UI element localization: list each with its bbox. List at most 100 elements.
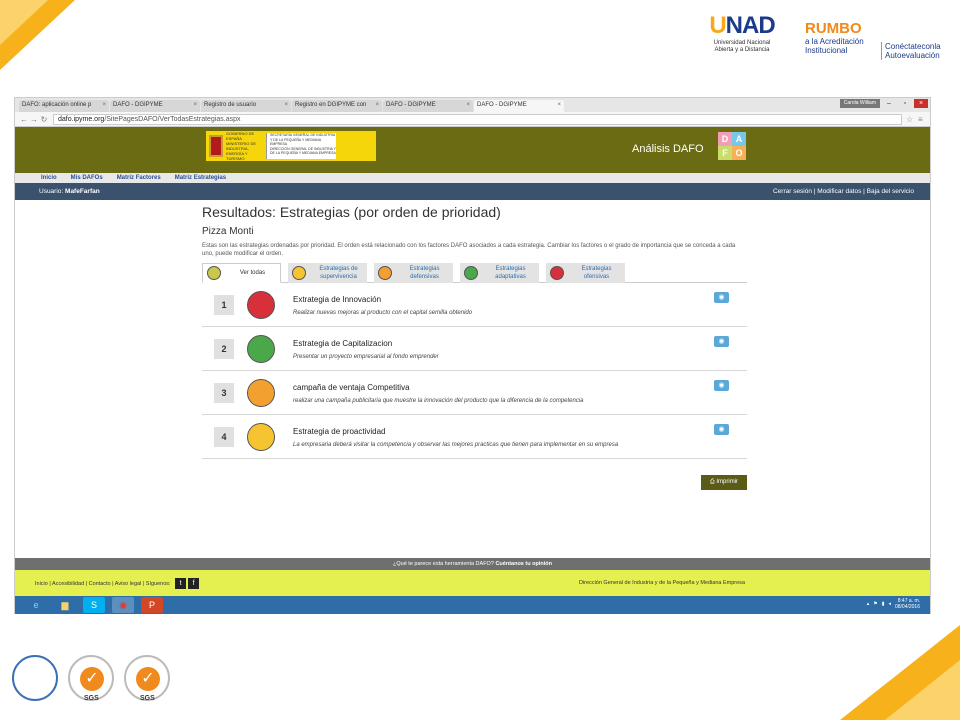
- browser-tab[interactable]: DAFO: aplicación online p ×: [19, 100, 109, 112]
- strategy-title: Estrategia de Capitalizacion: [293, 339, 393, 348]
- strategy-row: 4 Estrategia de proactividad La empresar…: [202, 415, 747, 459]
- view-eye-icon[interactable]: ◉: [714, 380, 729, 391]
- slide-corner-decoration-inner: [885, 660, 960, 720]
- chrome-icon[interactable]: ◉: [112, 597, 134, 613]
- close-window-icon[interactable]: ×: [914, 99, 928, 108]
- reload-icon[interactable]: ↻: [39, 115, 49, 124]
- defensive-icon: [378, 266, 392, 280]
- strategy-title: Extrategia de Innovación: [293, 295, 382, 304]
- company-name: Pizza Monti: [202, 226, 254, 237]
- sgs-certification-logo: ✓ SGS: [68, 655, 114, 702]
- print-button[interactable]: ⎙ Imprimir: [701, 475, 747, 490]
- unad-logo-line2: Abierta y a Distancia: [714, 47, 770, 53]
- windows-taskbar: e ▆ S ◉ P ▴ ⚑ ▮ ◂ 8:47 a. m. 08/04/2016: [15, 596, 930, 614]
- browser-window: DAFO: aplicación online p × DAFO - DGIPYM…: [14, 97, 931, 614]
- priority-number: 3: [214, 383, 234, 403]
- flag-icon[interactable]: ⚑: [873, 601, 877, 607]
- minimize-icon[interactable]: –: [882, 99, 896, 108]
- view-eye-icon[interactable]: ◉: [714, 292, 729, 303]
- user-name: MafeFarfan: [65, 188, 100, 195]
- close-icon[interactable]: ×: [193, 102, 197, 108]
- strategy-title: campaña de ventaja Competitiva: [293, 383, 410, 392]
- footer-links[interactable]: Inicio | Accesibilidad | Contacto | Avis…: [35, 580, 171, 586]
- back-arrow-icon[interactable]: ←: [19, 115, 29, 124]
- powerpoint-icon[interactable]: P: [141, 597, 163, 613]
- facebook-icon[interactable]: f: [188, 577, 200, 589]
- skype-icon[interactable]: S: [83, 597, 105, 613]
- strategy-subtitle: realizar una campaña publicitaria que mu…: [293, 398, 584, 404]
- strategy-row: 2 Estrategia de Capitalizacion Presentar…: [202, 327, 747, 371]
- tray-arrow-icon[interactable]: ▴: [867, 601, 870, 607]
- tab-ofensivas[interactable]: Estrategias ofensivas: [546, 263, 625, 283]
- offensive-strategy-icon: [247, 291, 275, 319]
- volume-icon[interactable]: ◂: [888, 601, 891, 607]
- strategy-row: 1 Extrategia de Innovación Realizar nuev…: [202, 283, 747, 327]
- browser-tab[interactable]: Registro de usuario ×: [201, 100, 291, 112]
- system-tray: ▴ ⚑ ▮ ◂ 8:47 a. m. 08/04/2016: [867, 598, 920, 610]
- tab-defensivas[interactable]: Estrategias defensivas: [374, 263, 453, 283]
- strategy-row: 3 campaña de ventaja Competitiva realiza…: [202, 371, 747, 415]
- close-icon[interactable]: ×: [557, 102, 561, 108]
- feedback-bar: ¿Qué te parece esta herramienta DAFO? Cu…: [15, 558, 930, 570]
- tab-adaptativas[interactable]: Estrategias adaptativas: [460, 263, 539, 283]
- certification-logos: ✓ SGS ✓ SGS: [12, 655, 170, 702]
- all-strategies-icon: [207, 266, 221, 280]
- clock[interactable]: 8:47 a. m. 08/04/2016: [895, 598, 920, 610]
- rumbo-logo: RUMBO a la Acreditación Institucional Co…: [805, 20, 941, 60]
- unad-logo: UNAD Universidad Nacional Abierta y a Di…: [702, 12, 782, 67]
- internet-explorer-icon[interactable]: e: [25, 597, 47, 613]
- strategy-subtitle: Realizar nuevas mejoras al producto con …: [293, 310, 473, 316]
- menu-icon[interactable]: ≡: [918, 115, 930, 124]
- strategy-subtitle: Presentar un proyecto empresarial al fon…: [293, 354, 439, 360]
- close-icon[interactable]: ×: [102, 102, 106, 108]
- feedback-link[interactable]: Cuéntanos tu opinión: [495, 561, 552, 567]
- sgs-certification-logo: ✓ SGS: [124, 655, 170, 702]
- menu-item-inicio[interactable]: Inicio: [41, 175, 57, 181]
- adaptive-strategy-icon: [247, 335, 275, 363]
- browser-tab-active[interactable]: DAFO - DGIPYME ×: [474, 100, 564, 112]
- file-explorer-icon[interactable]: ▆: [54, 597, 76, 613]
- strategy-filter-tabs: Ver todas Estrategias de supervivencia E…: [202, 263, 747, 283]
- page-title: Resultados: Estrategias (por orden de pr…: [202, 204, 501, 220]
- check-icon: ✓: [80, 667, 104, 691]
- footer-org: Dirección General de Industria y de la P…: [578, 580, 745, 586]
- strategy-subtitle: La empresaria deberá visitar la competen…: [293, 442, 619, 448]
- window-controls: Carola William – ▫ ×: [839, 99, 928, 108]
- view-eye-icon[interactable]: ◉: [714, 336, 729, 347]
- twitter-icon[interactable]: t: [175, 577, 187, 589]
- menu-item-matriz-factores[interactable]: Matriz Factores: [117, 175, 161, 181]
- address-bar: ← → ↻ dafo.ipyme.org/SitePagesDAFO/VerTo…: [15, 112, 930, 127]
- close-icon[interactable]: ×: [466, 102, 470, 108]
- network-icon[interactable]: ▮: [882, 601, 885, 607]
- browser-tab[interactable]: DAFO - DGIPYME ×: [383, 100, 473, 112]
- browser-tab-bar: DAFO: aplicación online p × DAFO - DGIPYM…: [15, 98, 930, 112]
- browser-tab[interactable]: Registro en DGIPYME con ×: [292, 100, 382, 112]
- url-input[interactable]: dafo.ipyme.org/SitePagesDAFO/VerTodasEst…: [53, 113, 902, 125]
- page-description: Estas son las estrategias ordenadas por …: [202, 243, 736, 257]
- maximize-icon[interactable]: ▫: [898, 99, 912, 108]
- view-eye-icon[interactable]: ◉: [714, 424, 729, 435]
- forward-arrow-icon[interactable]: →: [29, 115, 39, 124]
- close-icon[interactable]: ×: [284, 102, 288, 108]
- close-icon[interactable]: ×: [375, 102, 379, 108]
- unad-logo-line1: Universidad Nacional: [713, 40, 771, 46]
- survival-strategy-icon: [247, 423, 275, 451]
- tab-supervivencia[interactable]: Estrategias de supervivencia: [288, 263, 367, 283]
- app-title: Análisis DAFO: [632, 143, 704, 155]
- menu-item-matriz-estrategias[interactable]: Matriz Estrategias: [175, 175, 226, 181]
- colombia-seal-logo: [12, 655, 58, 701]
- offensive-icon: [550, 266, 564, 280]
- priority-number: 1: [214, 295, 234, 315]
- menu-item-mis-dafos[interactable]: Mis DAFOs: [71, 175, 103, 181]
- main-content: Resultados: Estrategias (por orden de pr…: [202, 204, 747, 490]
- site-footer: Inicio | Accesibilidad | Contacto | Avis…: [15, 570, 930, 596]
- account-links[interactable]: Cerrar sesión | Modificar datos | Baja d…: [773, 188, 914, 195]
- priority-number: 4: [214, 427, 234, 447]
- dafo-logo: DA FO: [718, 132, 746, 160]
- tab-ver-todas[interactable]: Ver todas: [202, 263, 281, 283]
- browser-user-chip[interactable]: Carola William: [839, 99, 880, 108]
- adaptive-icon: [464, 266, 478, 280]
- check-icon: ✓: [136, 667, 160, 691]
- browser-tab[interactable]: DAFO - DGIPYME ×: [110, 100, 200, 112]
- bookmark-star-icon[interactable]: ☆: [906, 115, 918, 124]
